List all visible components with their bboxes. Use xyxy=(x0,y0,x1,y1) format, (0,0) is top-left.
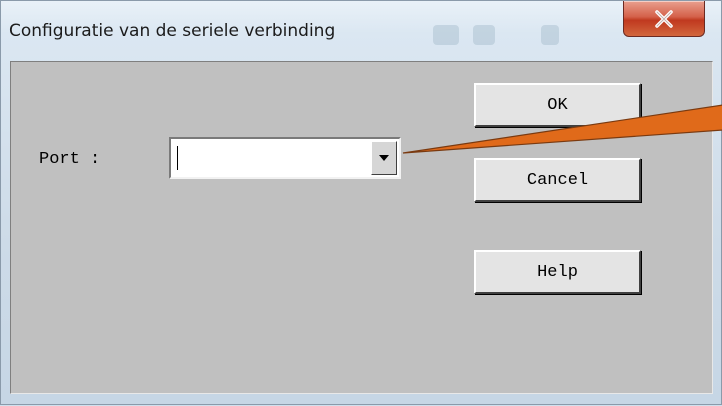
background-blur xyxy=(433,25,459,45)
chevron-down-icon xyxy=(379,155,389,161)
window-title: Configuratie van de seriele verbinding xyxy=(9,21,336,41)
close-icon xyxy=(655,9,673,28)
port-label: Port : xyxy=(39,150,101,169)
ok-button[interactable]: OK xyxy=(474,83,641,127)
port-dropdown[interactable] xyxy=(169,137,401,179)
dialog-client-area: Port : OK Cancel Help xyxy=(10,61,713,394)
close-button[interactable] xyxy=(623,1,705,37)
title-bar[interactable]: Configuratie van de seriele verbinding xyxy=(1,1,722,61)
background-blur xyxy=(473,25,495,45)
cancel-button[interactable]: Cancel xyxy=(474,158,641,202)
text-caret xyxy=(177,146,178,170)
background-blur xyxy=(541,25,559,45)
help-button[interactable]: Help xyxy=(474,250,641,294)
dropdown-button[interactable] xyxy=(371,141,397,175)
dialog-window: Configuratie van de seriele verbinding P… xyxy=(0,0,722,405)
